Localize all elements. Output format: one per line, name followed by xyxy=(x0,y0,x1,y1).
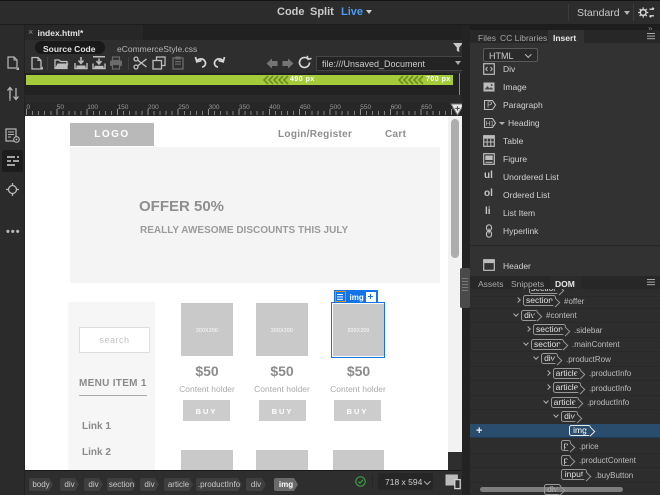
svg-text:H1: H1 xyxy=(486,121,495,128)
svg-text:P: P xyxy=(487,100,492,109)
